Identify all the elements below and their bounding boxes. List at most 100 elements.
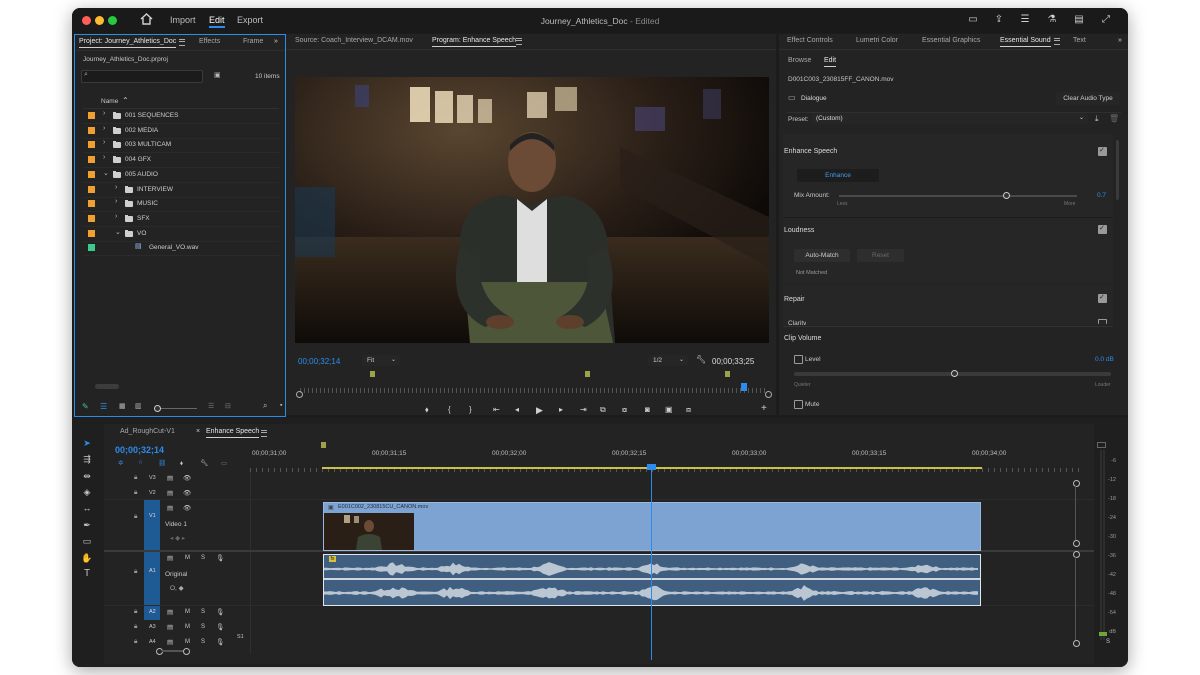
timeline-playhead[interactable] <box>651 464 652 660</box>
marker[interactable] <box>725 371 730 377</box>
project-item[interactable]: › INTERVIEW <box>83 183 279 198</box>
magnet-icon[interactable]: ∩ <box>138 459 143 466</box>
tab-program[interactable]: Program: Enhance Speech <box>432 37 517 47</box>
tab-source[interactable]: Source: Coach_Interview_DCAM.mov <box>295 37 413 44</box>
a2-label[interactable]: A2 <box>149 609 156 615</box>
ruler-start-handle[interactable] <box>296 391 303 398</box>
a3-mute-button[interactable]: M <box>185 624 190 630</box>
project-item[interactable]: › 003 MULTICAM <box>83 138 279 154</box>
a2-sync-lock-icon[interactable]: ▤ <box>167 608 173 616</box>
v3-lock-icon[interactable]: 🔒︎ <box>134 474 137 482</box>
a4-label[interactable]: A4 <box>149 639 156 645</box>
label-color-swatch[interactable] <box>88 126 95 134</box>
v2-eye-icon[interactable]: 👁︎ <box>183 489 191 497</box>
v3-sync-lock-icon[interactable]: ▤ <box>167 474 173 482</box>
zoom-slider[interactable] <box>157 408 197 409</box>
a3-sync-lock-icon[interactable]: ▤ <box>167 623 173 631</box>
go-to-out-icon[interactable]: ⇥ <box>580 405 587 414</box>
fullscreen-icon[interactable]: ⤢ <box>1100 14 1112 26</box>
tab-text[interactable]: Text <box>1073 37 1086 44</box>
play-icon[interactable]: ▶ <box>536 405 543 416</box>
mix-amount-slider[interactable] <box>839 195 1077 197</box>
audio-scroll-handle[interactable] <box>1073 640 1080 647</box>
mark-out-icon[interactable]: } <box>469 405 472 414</box>
a1-keyframe-nav-icon[interactable]: O, ◆ <box>170 584 184 592</box>
essential-sound-menu-icon[interactable] <box>1054 38 1060 45</box>
ruler-end-handle[interactable] <box>765 391 772 398</box>
chevron-right-icon[interactable]: › <box>103 125 105 132</box>
project-item[interactable]: ⌄ VO <box>83 227 279 242</box>
step-back-icon[interactable]: ◂ <box>515 405 519 414</box>
track-select-tool-icon[interactable]: ⇶ <box>80 452 94 466</box>
new-item-icon[interactable]: ▪ <box>280 402 282 409</box>
a2-lock-icon[interactable]: 🔒︎ <box>134 608 137 616</box>
tab-essential-graphics[interactable]: Essential Graphics <box>922 37 980 44</box>
level-slider-knob[interactable] <box>951 370 958 377</box>
share-icon[interactable]: ⇪ <box>993 14 1005 26</box>
project-item[interactable]: › 002 MEDIA <box>83 124 279 139</box>
sequence-marker[interactable] <box>321 442 326 448</box>
project-item[interactable]: › 001 SEQUENCES <box>83 109 279 124</box>
add-marker-icon[interactable]: ⬧ <box>425 405 429 415</box>
video-scroll-handle[interactable] <box>1073 540 1080 547</box>
video-clip[interactable]: ▣ E001C002_230815CU_CANON.mov <box>323 502 981 551</box>
v1-eye-icon[interactable]: 👁︎ <box>183 504 191 512</box>
v1-label[interactable]: V1 <box>149 513 156 519</box>
mark-in-icon[interactable]: { <box>448 405 451 414</box>
name-column-header[interactable]: Name ⌃ <box>83 96 279 109</box>
type-tool-icon[interactable]: T <box>80 567 94 581</box>
beta-flask-icon[interactable]: ⚗ <box>1046 14 1058 26</box>
timeline-timecode[interactable]: 00;00;32;14 <box>115 445 164 455</box>
marker[interactable] <box>370 371 375 377</box>
monitor-ruler[interactable] <box>300 388 765 393</box>
close-tab-icon[interactable]: × <box>196 428 200 435</box>
playhead-handle[interactable] <box>647 464 656 470</box>
more-tabs-icon[interactable]: » <box>274 38 278 45</box>
a4-solo-button[interactable]: S <box>201 639 205 645</box>
a4-lock-icon[interactable]: 🔒︎ <box>134 638 137 646</box>
tab-sequence-enhance-speech[interactable]: Enhance Speech <box>206 428 260 438</box>
v3-label[interactable]: V3 <box>149 475 156 481</box>
step-forward-icon[interactable]: ▸ <box>559 405 563 414</box>
reset-button[interactable]: Reset <box>857 249 904 262</box>
new-bin-icon[interactable]: ▣ <box>214 71 221 79</box>
chevron-right-icon[interactable]: › <box>103 139 105 146</box>
a2-mic-icon[interactable]: 🎙︎ <box>216 608 224 616</box>
clear-audio-type-button[interactable]: Clear Audio Type <box>1056 92 1120 105</box>
timeline-settings-wrench-icon[interactable]: 🔧︎ <box>200 459 208 467</box>
export-frame-icon[interactable]: ◙ <box>645 405 650 414</box>
repair-checkbox[interactable] <box>1098 293 1107 303</box>
label-color-swatch[interactable] <box>88 214 95 222</box>
v2-label[interactable]: V2 <box>149 490 156 496</box>
project-item[interactable]: › 004 GFX <box>83 153 279 169</box>
zoom-handle-right[interactable] <box>183 648 190 655</box>
selection-tool-icon[interactable]: ➤ <box>80 436 94 450</box>
icon-view-icon[interactable]: ▦ <box>119 402 126 410</box>
label-color-swatch[interactable] <box>88 185 95 193</box>
v2-sync-lock-icon[interactable]: ▤ <box>167 489 173 497</box>
save-preset-icon[interactable]: ⤓ <box>1095 114 1099 124</box>
loudness-checkbox[interactable] <box>1098 224 1107 234</box>
label-color-swatch[interactable] <box>88 156 95 164</box>
level-value[interactable]: 0.0 dB <box>1095 356 1114 363</box>
horizontal-zoom-bar[interactable] <box>162 650 184 652</box>
project-item[interactable]: › MUSIC <box>83 197 279 213</box>
meter-solo-button[interactable]: S <box>1106 639 1110 645</box>
monitor-playhead[interactable] <box>741 383 747 391</box>
mix-amount-value[interactable]: 0.7 <box>1097 192 1106 199</box>
subtab-edit[interactable]: Edit <box>824 57 837 67</box>
v2-lock-icon[interactable]: 🔒︎ <box>134 489 137 497</box>
auto-match-button[interactable]: Auto-Match <box>794 249 850 262</box>
vr-video-icon[interactable]: ⧈ <box>686 405 691 415</box>
delete-preset-icon[interactable]: 🗑︎ <box>1109 114 1119 123</box>
v3-eye-icon[interactable]: 👁︎ <box>183 474 191 482</box>
a1-lock-icon[interactable]: 🔒︎ <box>134 568 137 576</box>
overwrite-icon[interactable]: ⧇ <box>622 405 627 415</box>
linked-selection-icon[interactable]: ⛓ <box>158 459 166 467</box>
project-menu-icon[interactable] <box>179 39 185 46</box>
a1-source-patch[interactable] <box>144 551 160 605</box>
insert-icon[interactable]: ⧉ <box>600 405 606 415</box>
preset-dropdown[interactable]: (Custom) ⌄ <box>812 113 1088 124</box>
project-search-input[interactable]: ⌕ <box>81 70 203 83</box>
a1-mute-button[interactable]: M <box>185 555 190 561</box>
